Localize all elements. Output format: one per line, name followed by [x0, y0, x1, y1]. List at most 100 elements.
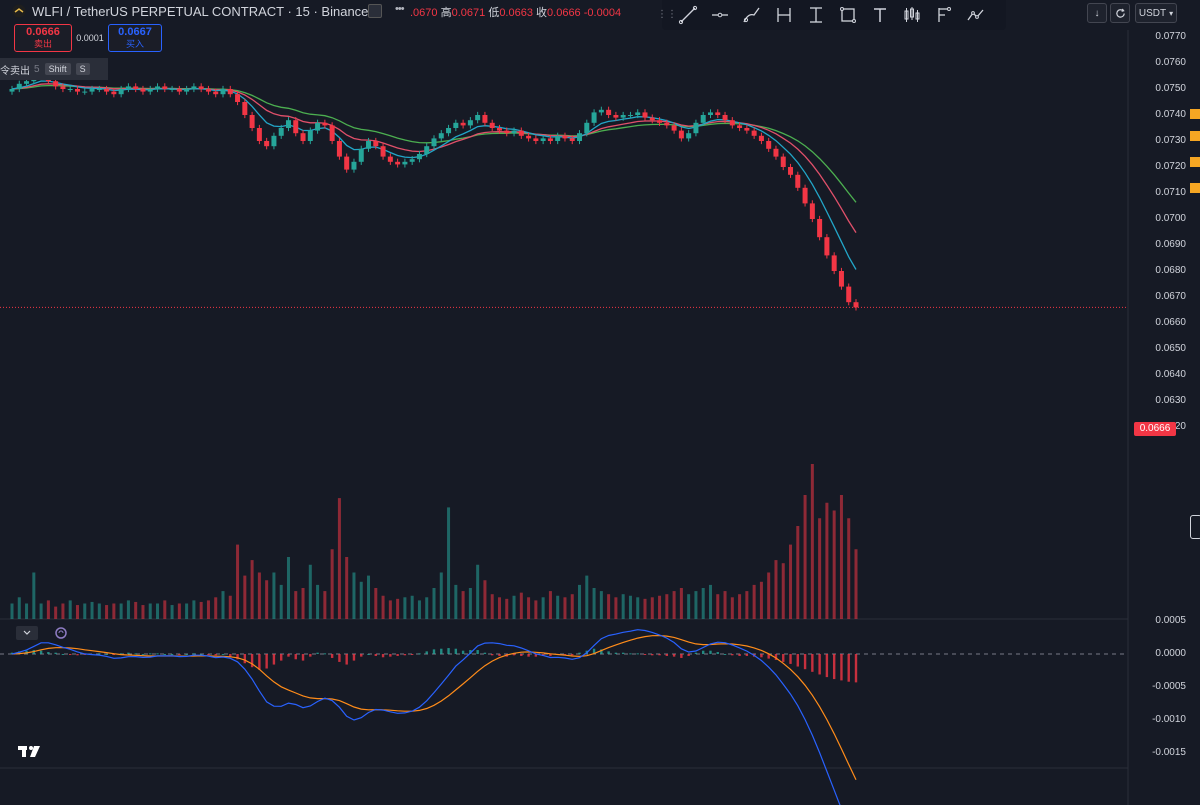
- vertical-range-icon[interactable]: [800, 0, 832, 30]
- volume-bar: [592, 588, 596, 619]
- candle-body: [671, 125, 677, 131]
- fib-icon[interactable]: [928, 0, 960, 30]
- volume-bar: [759, 581, 763, 619]
- indicator-settings-icon[interactable]: [53, 626, 69, 640]
- volume-bar: [286, 557, 290, 619]
- volume-bar: [25, 603, 29, 619]
- price-axis-label: 0.0660: [1155, 317, 1186, 328]
- macd-histogram-bar: [818, 654, 821, 675]
- candle-body: [773, 148, 779, 157]
- candle-body: [104, 89, 110, 92]
- macd-histogram-bar: [418, 653, 421, 655]
- candle-body: [256, 128, 262, 141]
- volume-bar: [177, 603, 181, 619]
- macd-histogram-bar: [665, 654, 669, 656]
- macd-histogram-bar: [374, 654, 377, 656]
- volume-bar: [774, 560, 778, 619]
- measure-icon[interactable]: [768, 0, 800, 30]
- candle-body: [540, 138, 546, 141]
- volume-bar: [265, 580, 269, 619]
- volume-bar: [316, 584, 320, 619]
- macd-histogram-bar: [760, 654, 763, 658]
- candle-body: [249, 115, 255, 128]
- candle-body: [213, 91, 219, 95]
- volume-bar: [367, 575, 371, 619]
- currency-select[interactable]: USDT ▾: [1135, 3, 1177, 23]
- drag-handle-icon[interactable]: ⋮⋮: [657, 0, 677, 30]
- candle-body: [147, 89, 153, 92]
- candle-body: [453, 122, 459, 128]
- candle-body: [853, 302, 859, 308]
- line-tool-icon[interactable]: [672, 0, 704, 30]
- macd-histogram-bar: [127, 652, 130, 654]
- collapse-pane-button[interactable]: [16, 626, 38, 640]
- volume-bar: [250, 560, 254, 619]
- path-icon[interactable]: [960, 0, 992, 30]
- volume-bar: [767, 572, 771, 619]
- candle-body: [809, 203, 815, 219]
- volume-bar: [468, 588, 472, 619]
- alert-marker-icon[interactable]: [1190, 183, 1200, 193]
- candle-body: [416, 154, 422, 160]
- volume-bar: [628, 595, 632, 619]
- volume-bar: [359, 581, 363, 619]
- alert-marker-icon[interactable]: [1190, 157, 1200, 167]
- hint-num: 5: [34, 63, 40, 75]
- price-axis-label: 0.0750: [1155, 83, 1186, 94]
- text-icon[interactable]: [864, 0, 896, 30]
- macd-histogram-bar: [39, 650, 43, 654]
- candle-body: [140, 89, 146, 92]
- candle-body: [518, 130, 524, 136]
- ohlc-high-label: 高: [440, 7, 452, 19]
- symbol-title[interactable]: WLFI / TetherUS PERPETUAL CONTRACT · 15 …: [32, 4, 368, 19]
- candle-body: [111, 91, 117, 95]
- price-axis-label: 0.0680: [1155, 265, 1186, 276]
- volume-bar: [694, 591, 698, 619]
- macd-histogram-bar: [461, 650, 465, 654]
- volume-bar: [679, 588, 683, 619]
- macd-histogram-bar: [243, 654, 247, 664]
- candle-body: [555, 135, 561, 141]
- horizontal-line-icon[interactable]: [704, 0, 736, 30]
- hide-legend-icon[interactable]: [368, 4, 382, 18]
- alert-marker-icon[interactable]: [1190, 131, 1200, 141]
- candle-body: [162, 86, 168, 89]
- volume-bar: [294, 591, 298, 619]
- candle-body: [336, 141, 342, 157]
- volume-bar: [578, 584, 582, 619]
- candle-body: [227, 89, 233, 95]
- download-button[interactable]: ↓: [1087, 3, 1107, 23]
- volume-bar: [134, 601, 138, 619]
- more-icon[interactable]: •••: [395, 3, 405, 15]
- volume-bar: [447, 507, 451, 619]
- candle-body: [562, 135, 568, 139]
- candle-body: [307, 130, 313, 141]
- candle-body: [271, 135, 277, 147]
- candle-body: [496, 128, 502, 131]
- rectangle-icon[interactable]: [832, 0, 864, 30]
- brush-icon[interactable]: [736, 0, 768, 30]
- candle-body: [569, 138, 575, 141]
- candle-body: [438, 133, 444, 139]
- candles-icon[interactable]: [896, 0, 928, 30]
- candle-body: [402, 161, 408, 165]
- chart-canvas[interactable]: [0, 0, 1200, 805]
- side-panel-toggle[interactable]: [1190, 515, 1200, 539]
- volume-bar: [156, 603, 160, 619]
- macd-histogram-bar: [272, 654, 276, 665]
- volume-bar: [796, 526, 800, 619]
- candle-body: [489, 122, 495, 128]
- macd-histogram-bar: [178, 654, 181, 655]
- macd-histogram-bar: [782, 654, 785, 662]
- candle-body: [504, 130, 510, 134]
- alert-marker-icon[interactable]: [1190, 109, 1200, 119]
- candle-body: [780, 156, 786, 167]
- candle-body: [802, 187, 808, 204]
- candle-body: [657, 120, 663, 123]
- sell-button[interactable]: 0.0666 卖出: [14, 24, 72, 52]
- macd-histogram-bar: [607, 651, 610, 654]
- tradingview-logo-icon: [18, 746, 40, 757]
- buy-button[interactable]: 0.0667 买入: [108, 24, 162, 52]
- volume-bar: [541, 597, 545, 619]
- refresh-icon[interactable]: [1110, 3, 1130, 23]
